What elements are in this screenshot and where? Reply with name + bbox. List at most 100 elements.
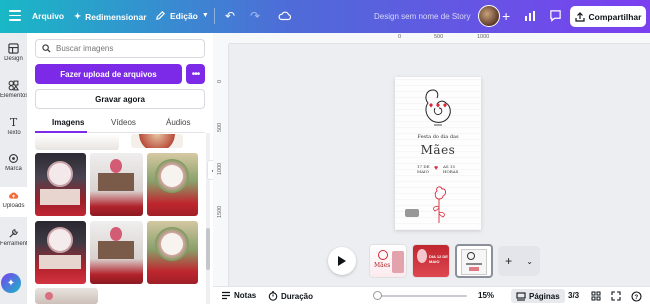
chevron-down-icon: ▼ [201, 12, 209, 19]
upload-thumbnail[interactable] [131, 134, 183, 148]
upload-thumbnail[interactable] [90, 153, 143, 216]
page-thumbnail-3[interactable] [455, 244, 493, 278]
rail-item-uploads[interactable]: Uploads [0, 187, 27, 217]
rail-item-label: Texto [6, 130, 21, 136]
rail-item-design[interactable]: Design [0, 43, 27, 62]
upload-thumbnail[interactable] [147, 221, 198, 284]
comment-icon[interactable] [549, 9, 562, 22]
tab-images[interactable]: Imagens [52, 118, 84, 127]
redo-icon[interactable]: ↷ [250, 9, 260, 23]
more-options-button[interactable]: ••• [186, 64, 205, 84]
upload-thumbnail[interactable] [147, 153, 198, 216]
file-menu-button[interactable]: Arquivo [32, 11, 64, 21]
pencil-icon [156, 10, 166, 20]
timer-icon [268, 291, 278, 301]
panel-scrollbar[interactable] [206, 228, 210, 270]
pages-label: Páginas [529, 291, 560, 301]
undo-icon[interactable]: ↶ [225, 9, 235, 23]
rail-item-brand[interactable]: Marca [0, 153, 27, 172]
share-label: Compartilhar [588, 11, 642, 22]
cloud-upload-icon [9, 192, 19, 199]
menu-icon[interactable] [9, 10, 21, 22]
heart-icon: ♥ [434, 165, 439, 172]
shapes-icon [8, 80, 19, 91]
search-box[interactable] [35, 39, 205, 58]
document-name[interactable]: Design sem nome de Story [374, 12, 471, 21]
date-right-line2: HORAS [443, 168, 459, 174]
notes-button[interactable]: Notas [221, 291, 256, 300]
help-icon[interactable]: ? [631, 291, 642, 302]
page-thumbnail-1[interactable]: Mães [369, 244, 407, 278]
upload-thumbnail[interactable] [35, 288, 98, 304]
date-left-line2: MAIO [417, 168, 429, 174]
text-icon: T [9, 116, 18, 129]
ruler-horizontal: 0 500 1000 [229, 33, 650, 44]
rail-item-elements[interactable]: Elementos [0, 80, 27, 99]
tab-audios[interactable]: Áudios [166, 118, 190, 127]
tab-videos[interactable]: Vídeos [111, 118, 136, 127]
rail-item-text[interactable]: T Texto [0, 117, 27, 136]
toolbar-divider [214, 8, 215, 24]
panel-scrollbar-track [206, 133, 210, 304]
search-input[interactable] [56, 44, 196, 53]
notes-icon [222, 291, 230, 300]
design-date-left: 17 DE MAIO [417, 164, 430, 174]
upload-thumbnail[interactable] [35, 153, 86, 216]
edit-mode-button[interactable]: Edição ▼ [155, 10, 209, 21]
ruler-tick: 500 [434, 34, 444, 40]
chevron-down-icon[interactable]: ⌄ [526, 257, 533, 266]
magic-assistant-icon[interactable]: ✦ [1, 273, 21, 293]
ruler-tick: 500 [217, 122, 223, 132]
zoom-slider-handle[interactable] [373, 291, 382, 300]
file-menu-label: Arquivo [32, 11, 65, 21]
share-button[interactable]: Compartilhar [570, 6, 646, 27]
design-page[interactable]: Festa do dia das Mães 17 DE MAIO ♥ AS 15… [395, 77, 481, 230]
search-icon [42, 44, 51, 53]
page-thumbnail-2[interactable]: DIA 12 DE MAIO [412, 244, 450, 278]
crown-icon [9, 154, 18, 163]
record-now-button[interactable]: Gravar agora [35, 89, 205, 109]
uploads-panel: Fazer upload de arquivos ••• Gravar agor… [27, 33, 213, 304]
mother-child-illustration [425, 89, 451, 126]
edit-mode-label: Edição [170, 10, 198, 21]
active-tab-indicator [35, 131, 87, 133]
thumb-label: Mães [374, 262, 391, 269]
top-toolbar: Arquivo ✦ Redimensionar Edição ▼ ↶ ↷ Des… [0, 0, 650, 33]
play-icon [338, 256, 346, 266]
ruler-tick: 1500 [217, 205, 223, 218]
rail-item-label: Elementos [0, 93, 27, 99]
ruler-tick: 0 [398, 34, 402, 40]
resize-button[interactable]: ✦ Redimensionar [74, 11, 147, 22]
cloud-saved-icon[interactable] [278, 9, 292, 23]
fullscreen-icon[interactable] [611, 291, 621, 301]
insights-icon[interactable] [524, 10, 536, 22]
pages-icon [516, 291, 526, 301]
zoom-slider-track[interactable] [375, 295, 467, 297]
upload-thumbnail[interactable] [35, 221, 86, 284]
duration-label: Duração [281, 291, 314, 301]
svg-text:?: ? [635, 295, 639, 301]
rail-item-label: Design [4, 56, 23, 62]
ruler-corner [213, 33, 229, 44]
play-button[interactable] [328, 247, 356, 275]
pages-button[interactable]: Páginas [511, 289, 565, 303]
design-date-right: AS 15 HORAS [443, 164, 459, 174]
page-counter: 3/3 [568, 291, 580, 300]
notes-label: Notas [234, 291, 257, 300]
ruler-tick: 0 [217, 79, 223, 83]
rail-item-tools[interactable]: Ferramentas [0, 228, 27, 247]
design-subtitle: Festa do dia das [417, 134, 459, 140]
ruler-tick: 1000 [477, 34, 490, 40]
layout-icon [8, 43, 19, 54]
add-collaborator-icon[interactable]: + [502, 8, 510, 24]
wrench-icon [9, 229, 18, 238]
duration-button[interactable]: Duração [268, 291, 313, 301]
grid-view-icon[interactable] [591, 291, 601, 301]
plus-icon: + [505, 254, 513, 268]
upload-thumbnail[interactable] [35, 134, 119, 150]
zoom-value[interactable]: 15% [478, 291, 494, 300]
avatar[interactable] [478, 5, 500, 27]
upload-files-button[interactable]: Fazer upload de arquivos [35, 64, 182, 84]
upload-thumbnail[interactable] [90, 221, 143, 284]
add-page-button[interactable]: + ⌄ [498, 246, 540, 276]
